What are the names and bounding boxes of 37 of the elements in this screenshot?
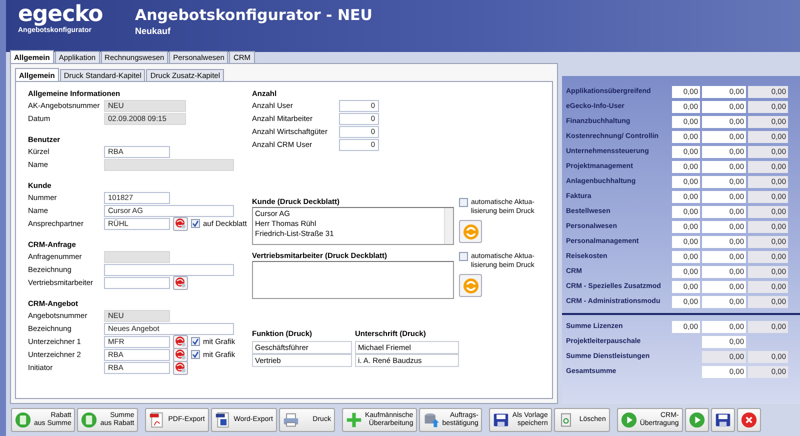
lookup-button[interactable]	[173, 334, 188, 348]
checkbox[interactable]	[459, 198, 468, 207]
globe-search-icon	[175, 362, 186, 373]
globe-search-icon	[175, 336, 186, 347]
logo-text: egecko	[18, 4, 104, 26]
globe-search-icon	[175, 349, 186, 360]
database-icon	[423, 412, 440, 428]
input-field[interactable]	[104, 276, 170, 288]
toolbar-button[interactable]	[710, 408, 735, 432]
refresh-button[interactable]	[459, 220, 482, 243]
close-icon	[740, 412, 757, 428]
plus-icon	[346, 412, 362, 428]
lookup-button[interactable]	[173, 348, 188, 362]
lookup-button[interactable]	[173, 216, 188, 230]
play-icon	[688, 412, 705, 428]
checkbox[interactable]	[191, 350, 200, 359]
input-field[interactable]	[104, 264, 234, 276]
checkbox[interactable]	[191, 219, 200, 228]
pdf-document-icon	[149, 412, 166, 428]
refresh-icon	[462, 224, 478, 240]
lookup-button[interactable]	[173, 276, 188, 290]
refresh-button[interactable]	[459, 274, 482, 297]
window-subtitle: Neukauf	[135, 26, 172, 36]
scrollbar[interactable]	[444, 208, 453, 244]
checkmark-icon	[192, 220, 199, 227]
word-document-icon	[214, 412, 231, 428]
play-icon	[620, 412, 637, 428]
printer-icon	[282, 412, 299, 428]
globe-search-icon	[175, 218, 186, 229]
refresh-icon	[462, 278, 478, 294]
text-area[interactable]	[252, 261, 454, 299]
toolbar-button[interactable]	[736, 408, 761, 432]
globe-search-icon	[175, 277, 186, 288]
checkbox[interactable]	[459, 252, 468, 261]
lookup-button[interactable]	[173, 360, 188, 374]
window-title: Angebotskonfigurator - NEU	[135, 6, 372, 24]
checkbox[interactable]	[191, 337, 200, 346]
